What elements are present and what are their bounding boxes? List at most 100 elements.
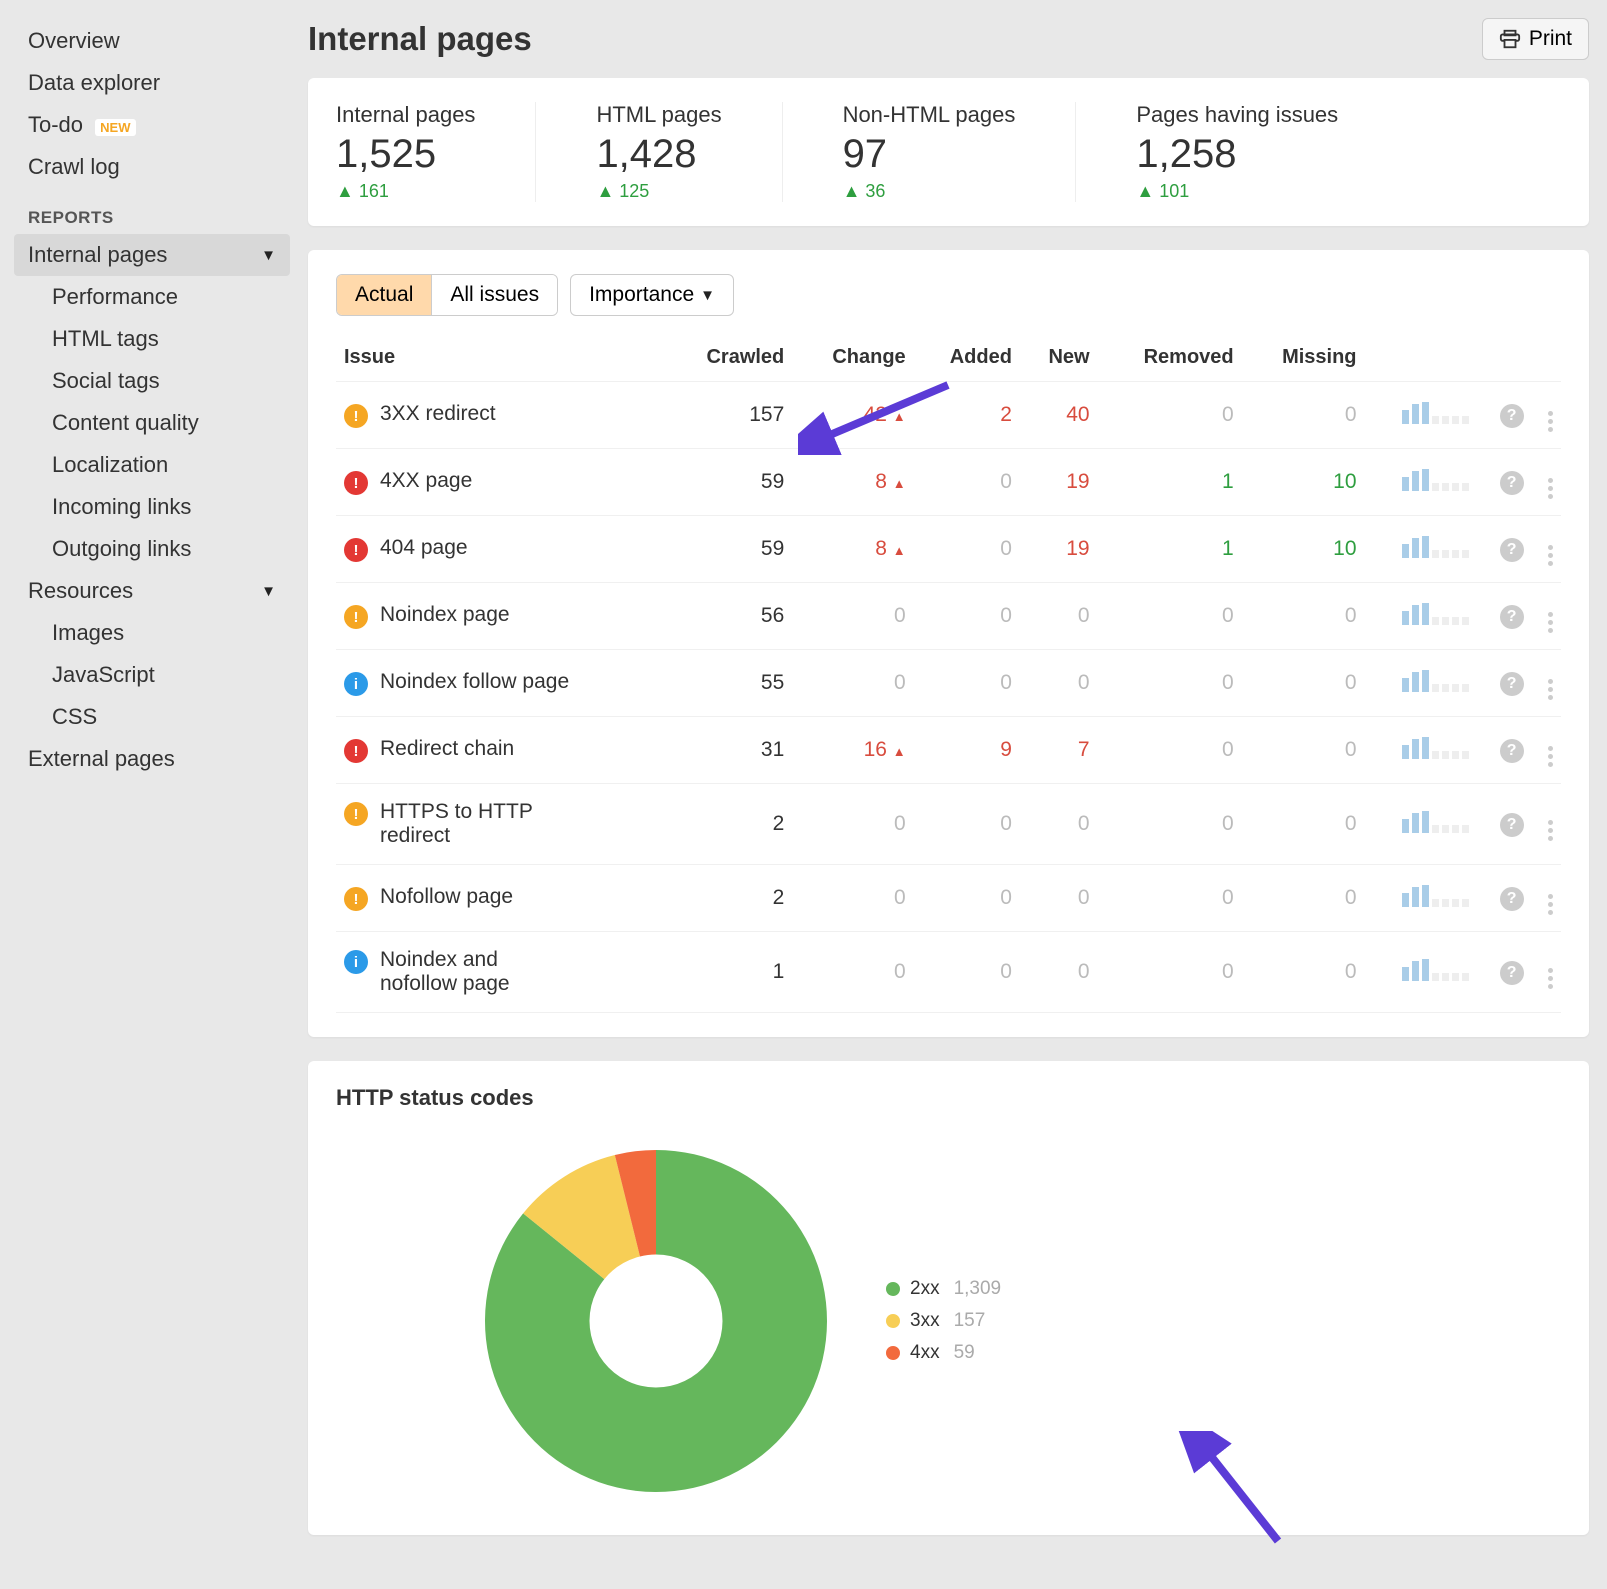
col-change[interactable]: Change [792,334,913,382]
cell-removed: 0 [1098,382,1242,449]
more-icon[interactable] [1548,820,1553,841]
help-icon[interactable]: ? [1500,961,1524,985]
cell-added: 9 [914,717,1020,784]
stat-delta: ▲ 125 [596,181,721,202]
more-icon[interactable] [1548,612,1553,633]
stat-delta: ▲ 36 [843,181,1016,202]
stat-value: 97 [843,132,1016,177]
col-removed[interactable]: Removed [1098,334,1242,382]
sparkline [1365,382,1478,449]
cell-change: 42 ▲ [792,382,913,449]
legend-item-4xx[interactable]: 4xx59 [886,1342,1001,1364]
table-row[interactable]: !4XX page 59 8 ▲ 0 19 1 10 ? [336,449,1561,516]
cell-change: 8 ▲ [792,449,913,516]
cell-crawled: 2 [665,784,792,865]
sidebar-item-social-tags[interactable]: Social tags [14,360,290,402]
sidebar-item-content-quality[interactable]: Content quality [14,402,290,444]
stat-value: 1,258 [1136,132,1338,177]
cell-missing: 0 [1242,650,1365,717]
issues-card: Actual All issues Importance ▼ IssueCraw… [308,250,1589,1037]
help-icon[interactable]: ? [1500,739,1524,763]
more-icon[interactable] [1548,545,1553,566]
sidebar-item-overview[interactable]: Overview [14,20,290,62]
warn-icon: ! [344,404,368,428]
legend-value: 1,309 [954,1278,1002,1300]
sidebar-item-css[interactable]: CSS [14,696,290,738]
cell-removed: 0 [1098,784,1242,865]
sidebar-item-external-pages[interactable]: External pages [14,738,290,780]
sidebar-item-incoming-links[interactable]: Incoming links [14,486,290,528]
help-icon[interactable]: ? [1500,605,1524,629]
filter-actual[interactable]: Actual [337,275,431,315]
help-icon[interactable]: ? [1500,471,1524,495]
table-row[interactable]: !3XX redirect 157 42 ▲ 2 40 0 0 ? [336,382,1561,449]
col-missing[interactable]: Missing [1242,334,1365,382]
sidebar-item-crawl-log[interactable]: Crawl log [14,146,290,188]
more-icon[interactable] [1548,411,1553,432]
cell-removed: 1 [1098,516,1242,583]
cell-crawled: 59 [665,449,792,516]
table-row[interactable]: !Redirect chain 31 16 ▲ 9 7 0 0 ? [336,717,1561,784]
legend-dot [886,1346,900,1360]
stat-internal-pages: Internal pages 1,525 ▲ 161 [336,102,475,202]
sidebar-item-resources[interactable]: Resources ▼ [14,570,290,612]
chart-title: HTTP status codes [336,1085,1561,1111]
col-issue[interactable]: Issue [336,334,665,382]
issue-name: Redirect chain [380,737,514,761]
sidebar-item-todo[interactable]: To-do NEW [14,104,290,146]
legend-item-2xx[interactable]: 2xx 1,309 [886,1278,1001,1300]
cell-change: 8 ▲ [792,516,913,583]
legend-label: 4xx [910,1342,940,1364]
help-icon[interactable]: ? [1500,672,1524,696]
col-added[interactable]: Added [914,334,1020,382]
sidebar-item-data-explorer[interactable]: Data explorer [14,62,290,104]
cell-added: 2 [914,382,1020,449]
sidebar-item-outgoing-links[interactable]: Outgoing links [14,528,290,570]
col-new[interactable]: New [1020,334,1098,382]
sidebar-item-html-tags[interactable]: HTML tags [14,318,290,360]
table-row[interactable]: iNoindex follow page 55 0 0 0 0 0 ? [336,650,1561,717]
table-row[interactable]: !404 page 59 8 ▲ 0 19 1 10 ? [336,516,1561,583]
error-icon: ! [344,471,368,495]
more-icon[interactable] [1548,894,1553,915]
filter-all-issues[interactable]: All issues [431,275,557,315]
sidebar-item-localization[interactable]: Localization [14,444,290,486]
error-icon: ! [344,739,368,763]
table-row[interactable]: iNoindex and nofollow page 1 0 0 0 0 0 ? [336,932,1561,1013]
cell-missing: 10 [1242,516,1365,583]
more-icon[interactable] [1548,679,1553,700]
col-crawled[interactable]: Crawled [665,334,792,382]
table-row[interactable]: !Noindex page 56 0 0 0 0 0 ? [336,583,1561,650]
help-icon[interactable]: ? [1500,404,1524,428]
more-icon[interactable] [1548,746,1553,767]
sidebar: Overview Data explorer To-do NEW Crawl l… [0,0,290,1589]
sparkline [1365,650,1478,717]
print-button[interactable]: Print [1482,18,1589,60]
cell-new: 0 [1020,784,1098,865]
help-icon[interactable]: ? [1500,813,1524,837]
more-icon[interactable] [1548,968,1553,989]
sidebar-item-performance[interactable]: Performance [14,276,290,318]
help-icon[interactable]: ? [1500,538,1524,562]
sidebar-item-javascript[interactable]: JavaScript [14,654,290,696]
sidebar-item-images[interactable]: Images [14,612,290,654]
cell-change: 0 [792,865,913,932]
table-row[interactable]: !Nofollow page 2 0 0 0 0 0 ? [336,865,1561,932]
more-icon[interactable] [1548,478,1553,499]
stat-label: HTML pages [596,102,721,128]
legend-item-3xx[interactable]: 3xx157 [886,1310,1001,1332]
sidebar-item-internal-pages[interactable]: Internal pages ▼ [14,234,290,276]
cell-missing: 0 [1242,583,1365,650]
legend-label: 2xx [910,1278,940,1300]
importance-dropdown[interactable]: Importance ▼ [570,274,734,316]
cell-change: 0 [792,583,913,650]
cell-new: 0 [1020,865,1098,932]
stat-delta: ▲ 101 [1136,181,1338,202]
error-icon: ! [344,538,368,562]
cell-added: 0 [914,932,1020,1013]
help-icon[interactable]: ? [1500,887,1524,911]
warn-icon: ! [344,887,368,911]
table-row[interactable]: !HTTPS to HTTP redirect 2 0 0 0 0 0 ? [336,784,1561,865]
issue-name: Noindex page [380,603,510,627]
stat-html-pages: HTML pages 1,428 ▲ 125 [596,102,721,202]
